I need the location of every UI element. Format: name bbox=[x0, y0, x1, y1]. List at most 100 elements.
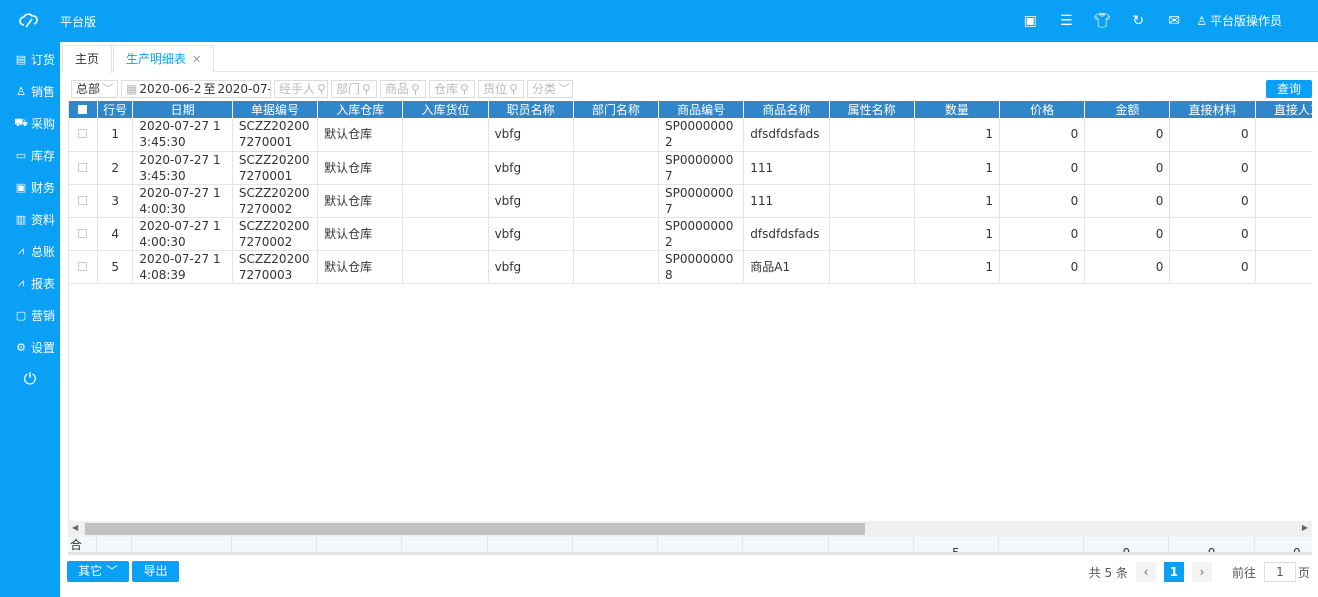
select-all-checkbox[interactable] bbox=[69, 101, 98, 118]
table-cell: 0 bbox=[1084, 250, 1171, 284]
table-cell: dfsdfdsfads bbox=[743, 217, 830, 251]
sidebar-item[interactable]: ▭ 库存 bbox=[0, 139, 60, 171]
totals-row: 合计5000 bbox=[68, 537, 1312, 555]
column-header[interactable]: 职员名称 bbox=[488, 101, 574, 118]
row-checkbox[interactable] bbox=[69, 118, 98, 152]
column-header[interactable]: 部门名称 bbox=[573, 101, 660, 118]
chevron-down-icon: ﹀ bbox=[105, 564, 118, 578]
table-cell: SCZZ202007270001 bbox=[232, 118, 319, 152]
scrollbar-thumb[interactable] bbox=[85, 523, 865, 535]
table-cell: 0 bbox=[1255, 217, 1312, 251]
menu-icon[interactable]: ☰ bbox=[1048, 13, 1084, 29]
scroll-left-icon[interactable]: ◀ bbox=[72, 523, 78, 532]
export-button[interactable]: 导出 bbox=[132, 561, 179, 582]
total-label: 合计 bbox=[68, 537, 97, 552]
sidebar-item[interactable]: ▥ 资料 bbox=[0, 203, 60, 235]
close-icon[interactable]: ✕ bbox=[192, 53, 201, 66]
table-cell: SP00000002 bbox=[658, 217, 745, 251]
user-menu[interactable]: ♙ 平台版操作员 bbox=[1196, 12, 1282, 29]
column-header[interactable]: 单据编号 bbox=[232, 101, 319, 118]
tab-label: 生产明细表 bbox=[126, 52, 187, 66]
table-row[interactable]: 2 2020-07-27 13:45:30 SCZZ202007270001 默认仓库… bbox=[69, 151, 1312, 185]
placeholder: 仓库 bbox=[434, 82, 459, 96]
sidebar-item[interactable]: ⛟ 采购 bbox=[0, 107, 60, 139]
table-cell bbox=[402, 250, 489, 284]
column-header[interactable]: 入库货位 bbox=[402, 101, 489, 118]
row-checkbox[interactable] bbox=[69, 151, 98, 185]
dropdown-box-icon[interactable]: ▣ bbox=[1012, 13, 1048, 29]
column-header[interactable]: 日期 bbox=[132, 101, 233, 118]
query-button[interactable]: 查询 bbox=[1266, 80, 1312, 98]
goods-search[interactable]: 商品 ⚲ bbox=[380, 80, 426, 98]
tab-production-detail[interactable]: 生产明细表 ✕ bbox=[113, 45, 215, 73]
table-row[interactable]: 4 2020-07-27 14:00:30 SCZZ202007270002 默认仓库… bbox=[69, 217, 1312, 251]
sidebar-item[interactable]: ▢ 营销 bbox=[0, 299, 60, 331]
sidebar-item[interactable]: ▣ 财务 bbox=[0, 171, 60, 203]
warehouse-search[interactable]: 仓库 ⚲ bbox=[429, 80, 475, 98]
prev-page-button[interactable]: ‹ bbox=[1135, 562, 1156, 582]
sidebar-item[interactable]: ⩘ 报表 bbox=[0, 267, 60, 299]
clipboard-icon: ▤ bbox=[15, 52, 27, 66]
column-header[interactable]: 属性名称 bbox=[829, 101, 915, 118]
sidebar-item-label: 订货 bbox=[31, 52, 56, 67]
sidebar-item[interactable]: ♙ 销售 bbox=[0, 75, 60, 107]
table-cell: 2020-07-27 14:00:30 bbox=[132, 184, 233, 218]
table-cell: vbfg bbox=[488, 118, 574, 152]
table-row[interactable]: 5 2020-07-27 14:08:39 SCZZ202007270003 默认仓库… bbox=[69, 250, 1312, 284]
sidebar-item[interactable]: ⚙ 设置 bbox=[0, 331, 60, 363]
table-cell: vbfg bbox=[488, 151, 574, 185]
column-header[interactable]: 直接人工 bbox=[1255, 101, 1312, 118]
chart-line-icon: ⩘ bbox=[17, 276, 25, 289]
dept-search[interactable]: 部门 ⚲ bbox=[331, 80, 377, 98]
table-cell bbox=[402, 151, 489, 185]
column-header[interactable]: 直接材料 bbox=[1169, 101, 1256, 118]
column-header[interactable]: 商品名称 bbox=[743, 101, 830, 118]
row-checkbox[interactable] bbox=[69, 184, 98, 218]
table-row[interactable]: 3 2020-07-27 14:00:30 SCZZ202007270002 默认仓库… bbox=[69, 184, 1312, 218]
category-select[interactable]: 分类 ﹀ bbox=[527, 80, 573, 98]
total-cell: 0 bbox=[1254, 537, 1312, 552]
table-cell: 0 bbox=[999, 217, 1086, 251]
row-checkbox[interactable] bbox=[69, 217, 98, 251]
sidebar-item[interactable]: ⩘ 总账 bbox=[0, 235, 60, 267]
table-cell: 默认仓库 bbox=[317, 217, 404, 251]
other-button[interactable]: 其它 ﹀ bbox=[67, 561, 129, 582]
column-header[interactable]: 商品编号 bbox=[658, 101, 745, 118]
scroll-right-icon[interactable]: ▶ bbox=[1302, 523, 1308, 532]
row-checkbox[interactable] bbox=[69, 250, 98, 284]
table-cell: 0 bbox=[1169, 118, 1256, 152]
mail-icon[interactable]: ✉ bbox=[1156, 13, 1192, 29]
table-cell: 2 bbox=[97, 151, 134, 185]
tab-home[interactable]: 主页 bbox=[62, 45, 113, 73]
column-header[interactable]: 价格 bbox=[999, 101, 1086, 118]
page-button[interactable]: 1 bbox=[1163, 562, 1184, 582]
column-header[interactable]: 入库仓库 bbox=[317, 101, 404, 118]
handler-search[interactable]: 经手人 ⚲ bbox=[274, 80, 328, 98]
horizontal-scrollbar[interactable]: ◀ ▶ bbox=[68, 521, 1312, 537]
table-cell: 111 bbox=[743, 151, 830, 185]
shirt-icon[interactable]: 👕︎ bbox=[1084, 13, 1120, 29]
table-cell: 1 bbox=[914, 118, 1000, 152]
total-cell bbox=[998, 537, 1085, 552]
column-header[interactable]: 行号 bbox=[97, 101, 134, 118]
sidebar-item[interactable]: ▤ 订货 bbox=[0, 43, 60, 75]
table-cell: 0 bbox=[1255, 151, 1312, 185]
table-cell: 0 bbox=[1084, 184, 1171, 218]
column-header[interactable]: 金额 bbox=[1084, 101, 1171, 118]
logo-icon bbox=[19, 13, 38, 28]
table-row[interactable]: 1 2020-07-27 13:45:30 SCZZ202007270001 默认仓库… bbox=[69, 118, 1312, 152]
next-page-button[interactable]: › bbox=[1191, 562, 1212, 582]
table-cell bbox=[829, 250, 915, 284]
date-to: 2020-07-2 bbox=[217, 82, 270, 96]
column-header[interactable]: 数量 bbox=[914, 101, 1000, 118]
goto-page-input[interactable]: 1 bbox=[1263, 562, 1296, 582]
table-cell: 5 bbox=[97, 250, 134, 284]
summary-select[interactable]: 总部 ﹀ bbox=[71, 80, 118, 98]
table-cell: SCZZ202007270003 bbox=[232, 250, 319, 284]
app-title: 平台版 bbox=[60, 15, 97, 29]
location-search[interactable]: 货位 ⚲ bbox=[478, 80, 524, 98]
power-icon[interactable]: ⏻ bbox=[0, 363, 60, 395]
data-table: 行号 日期 单据编号 入库仓库 入库货位 职员名称 部门名称 商品编号 商品名称 属性名称 数量 价格… bbox=[68, 101, 1312, 521]
refresh-icon[interactable]: ↻ bbox=[1120, 13, 1156, 29]
date-range-picker[interactable]: ▦2020-06-2至2020-07-2 bbox=[121, 80, 271, 98]
